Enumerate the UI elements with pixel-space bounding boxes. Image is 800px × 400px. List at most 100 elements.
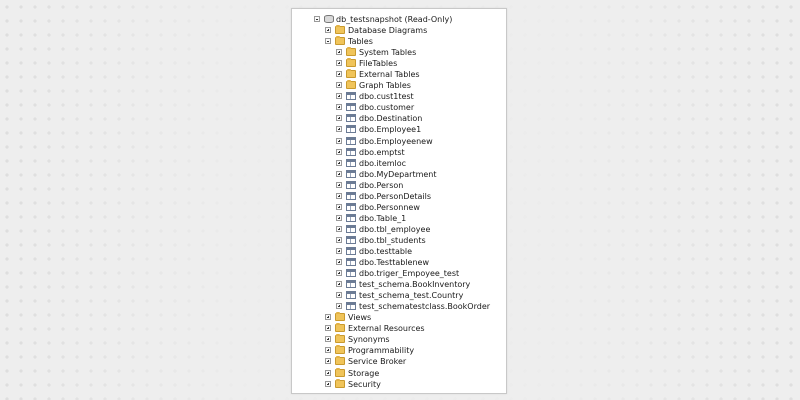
tree-node-table[interactable]: dbo.Table_1 xyxy=(292,213,506,224)
table-icon xyxy=(346,302,356,311)
expand-toggle-icon[interactable] xyxy=(325,27,331,34)
folder-icon xyxy=(346,80,356,90)
folder-icon xyxy=(335,367,345,377)
tree-node-label: Tables xyxy=(348,37,373,47)
expand-toggle-icon[interactable] xyxy=(336,281,342,288)
table-icon xyxy=(346,103,356,112)
expand-toggle-icon[interactable] xyxy=(336,93,342,100)
collapse-toggle-icon[interactable] xyxy=(314,16,320,22)
tree-node-views[interactable]: Views xyxy=(292,312,506,323)
expand-toggle-icon[interactable] xyxy=(336,247,342,254)
tree-node-label: db_testsnapshot (Read-Only) xyxy=(336,15,453,24)
folder-icon xyxy=(335,356,345,366)
tree-node-label: dbo.MyDepartment xyxy=(359,169,437,179)
collapse-toggle-icon[interactable] xyxy=(325,38,331,45)
tree-node-table[interactable]: dbo.triger_Empoyee_test xyxy=(292,268,506,279)
tree-node-table[interactable]: dbo.tbl_employee xyxy=(292,224,506,235)
tree-node-label: dbo.Employee1 xyxy=(359,125,422,135)
tree-node-label: External Tables xyxy=(359,70,420,80)
tree-node-table[interactable]: dbo.emptst xyxy=(292,147,506,158)
tree-node-table[interactable]: dbo.tbl_students xyxy=(292,235,506,246)
tree-node-label: FileTables xyxy=(359,59,398,69)
expand-toggle-icon[interactable] xyxy=(336,60,342,67)
table-icon xyxy=(346,169,356,178)
expand-toggle-icon[interactable] xyxy=(336,225,342,232)
expand-toggle-icon[interactable] xyxy=(325,336,331,343)
expand-toggle-icon[interactable] xyxy=(336,270,342,277)
folder-icon xyxy=(346,58,356,68)
tree-node-label: External Resources xyxy=(348,324,425,334)
tree-node-table[interactable]: dbo.cust1test xyxy=(292,91,506,102)
expand-toggle-icon[interactable] xyxy=(336,126,342,133)
expand-toggle-icon[interactable] xyxy=(336,159,342,166)
tree-node-label: Programmability xyxy=(348,346,415,356)
tree-node-table[interactable]: dbo.Testtablenew xyxy=(292,257,506,268)
tree-node-table[interactable]: dbo.PersonDetails xyxy=(292,191,506,202)
tree-node-label: Database Diagrams xyxy=(348,26,428,36)
folder-icon xyxy=(346,69,356,79)
folder-icon xyxy=(346,47,356,57)
table-icon xyxy=(346,191,356,200)
tree-node-table[interactable]: test_schematestclass.BookOrder xyxy=(292,301,506,312)
expand-toggle-icon[interactable] xyxy=(336,303,342,310)
expand-toggle-icon[interactable] xyxy=(336,214,342,221)
tree-node-root[interactable]: db_testsnapshot (Read-Only) xyxy=(292,14,506,25)
tree-node-label: Views xyxy=(348,313,372,323)
table-icon xyxy=(346,136,356,145)
expand-toggle-icon[interactable] xyxy=(336,82,342,89)
tree-node-table[interactable]: dbo.Employee1 xyxy=(292,124,506,135)
table-icon xyxy=(346,92,356,101)
expand-toggle-icon[interactable] xyxy=(336,104,342,111)
expand-toggle-icon[interactable] xyxy=(336,137,342,144)
expand-toggle-icon[interactable] xyxy=(336,181,342,188)
expand-toggle-icon[interactable] xyxy=(336,259,342,266)
tree-node-label: dbo.Employeenew xyxy=(359,136,433,146)
expand-toggle-icon[interactable] xyxy=(336,236,342,243)
expand-toggle-icon[interactable] xyxy=(336,203,342,210)
tree-node-synonyms[interactable]: Synonyms xyxy=(292,334,506,345)
tree-node-table[interactable]: dbo.Person xyxy=(292,180,506,191)
expand-toggle-icon[interactable] xyxy=(336,49,342,56)
tree-node-table[interactable]: test_schema_test.Country xyxy=(292,290,506,301)
tree-node-storage[interactable]: Storage xyxy=(292,367,506,379)
expand-toggle-icon[interactable] xyxy=(325,358,331,365)
expand-toggle-icon[interactable] xyxy=(336,115,342,122)
table-icon xyxy=(346,269,356,278)
tree-node-table[interactable]: dbo.Destination xyxy=(292,113,506,124)
expand-toggle-icon[interactable] xyxy=(336,292,342,299)
expand-toggle-icon[interactable] xyxy=(325,347,331,354)
tree-node-system-tables[interactable]: System Tables xyxy=(292,47,506,58)
expand-toggle-icon[interactable] xyxy=(336,192,342,199)
tree-node-table[interactable]: dbo.testtable xyxy=(292,246,506,257)
table-icon xyxy=(346,202,356,211)
tree-node-external-resources[interactable]: External Resources xyxy=(292,323,506,334)
tree-node-table[interactable]: dbo.Employeenew xyxy=(292,136,506,147)
expand-toggle-icon[interactable] xyxy=(336,71,342,78)
tree-node-graph-tables[interactable]: Graph Tables xyxy=(292,80,506,91)
tree-node-label: dbo.emptst xyxy=(359,147,405,157)
folder-icon xyxy=(335,323,345,333)
tree-node-table[interactable]: dbo.itemloc xyxy=(292,158,506,169)
table-icon xyxy=(346,246,356,255)
tree-node-database-diagrams[interactable]: Database Diagrams xyxy=(292,25,506,36)
tree-node-table[interactable]: dbo.customer xyxy=(292,102,506,113)
table-icon xyxy=(346,235,356,244)
folder-icon xyxy=(335,345,345,355)
expand-toggle-icon[interactable] xyxy=(325,314,331,321)
expand-toggle-icon[interactable] xyxy=(325,369,331,376)
tree-node-label: Service Broker xyxy=(348,357,407,367)
expand-toggle-icon[interactable] xyxy=(325,380,331,387)
tree-node-table[interactable]: dbo.Personnew xyxy=(292,202,506,213)
tree-node-security[interactable]: Security xyxy=(292,378,506,390)
tree-node-programmability[interactable]: Programmability xyxy=(292,345,506,356)
expand-toggle-icon[interactable] xyxy=(325,325,331,332)
tree-node-external-tables[interactable]: External Tables xyxy=(292,69,506,80)
object-explorer-panel: db_testsnapshot (Read-Only) Database Dia… xyxy=(291,8,507,394)
tree-node-tables[interactable]: Tables xyxy=(292,36,506,47)
expand-toggle-icon[interactable] xyxy=(336,170,342,177)
tree-node-service-broker[interactable]: Service Broker xyxy=(292,356,506,367)
tree-node-filetables[interactable]: FileTables xyxy=(292,58,506,69)
tree-node-table[interactable]: dbo.MyDepartment xyxy=(292,169,506,180)
tree-node-table[interactable]: test_schema.BookInventory xyxy=(292,279,506,290)
expand-toggle-icon[interactable] xyxy=(336,148,342,155)
